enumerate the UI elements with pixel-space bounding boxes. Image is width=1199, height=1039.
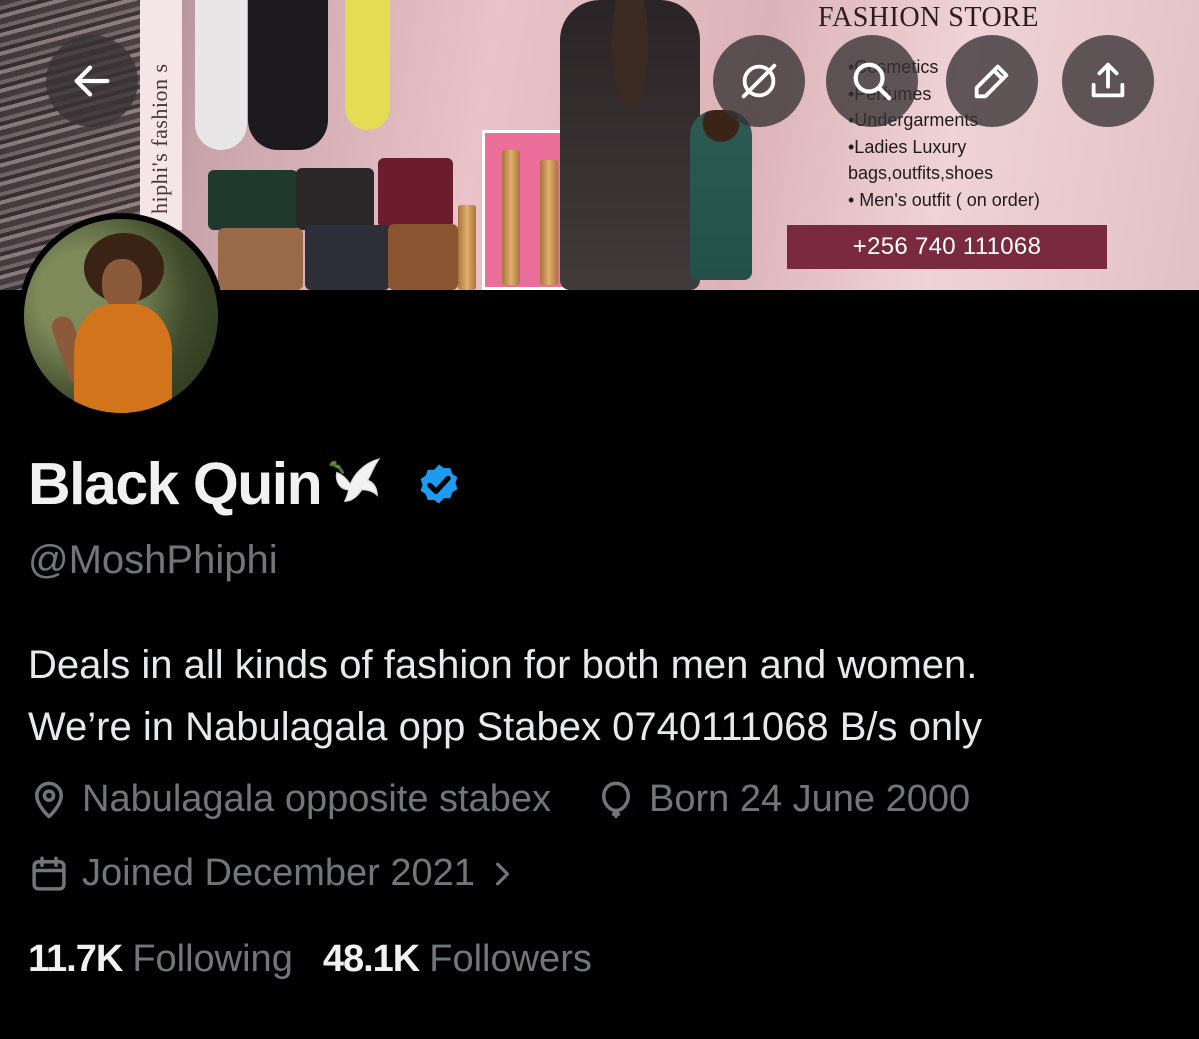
- back-button[interactable]: [46, 35, 138, 127]
- banner-model-sequin-dress: [560, 0, 700, 290]
- banner-handbag: [218, 228, 303, 290]
- bio-line: We’re in Nabulagala opp Stabex 074011106…: [28, 705, 983, 749]
- edit-pencil-icon: [974, 64, 1009, 99]
- display-name: Black Quin: [28, 451, 323, 517]
- banner-store-title: FASHION STORE: [818, 2, 1039, 33]
- profile-joined-row[interactable]: Joined December 2021: [28, 852, 527, 895]
- following-label: Following: [132, 938, 293, 980]
- translate-off-icon: [741, 63, 777, 99]
- verified-badge-icon[interactable]: [413, 458, 465, 510]
- banner-handbag: [305, 225, 390, 290]
- search-button[interactable]: [826, 35, 918, 127]
- banner-model-green-dress: [690, 110, 752, 280]
- following-link[interactable]: 11.7K Following: [28, 938, 293, 981]
- banner-store-item: bags,outfits,shoes: [848, 163, 994, 183]
- profile-bio: Deals in all kinds of fashion for both m…: [28, 634, 1178, 758]
- banner-jeans-black: [248, 0, 328, 150]
- edit-button[interactable]: [946, 35, 1038, 127]
- profile-avatar[interactable]: [18, 213, 224, 419]
- back-arrow-icon: [74, 65, 110, 97]
- location-pin-icon: [35, 781, 63, 818]
- share-upload-icon: [1091, 62, 1125, 98]
- banner-cosmetic-tube: [458, 205, 476, 290]
- search-icon: [853, 62, 892, 101]
- balloon-icon: [602, 781, 631, 818]
- profile-handle: @MoshPhiphi: [28, 538, 278, 582]
- follow-stats: 11.7K Following 48.1K Followers: [28, 938, 592, 981]
- followers-label: Followers: [429, 938, 592, 980]
- banner-jeans-yellow: [345, 0, 390, 130]
- banner-handbag: [388, 224, 458, 290]
- followers-count: 48.1K: [322, 938, 420, 980]
- profile-birthday: Born 24 June 2000: [649, 778, 971, 820]
- profile-birthday-item: Born 24 June 2000: [595, 778, 970, 821]
- translate-button[interactable]: [713, 35, 805, 127]
- chevron-right-icon: [495, 862, 509, 885]
- followers-link[interactable]: 48.1K Followers: [323, 938, 592, 981]
- calendar-icon: [32, 856, 66, 891]
- following-count: 11.7K: [28, 938, 123, 980]
- banner-store-item: • Men's outfit ( on order): [848, 189, 1040, 210]
- banner-store-item: •Ladies Luxury: [848, 136, 967, 157]
- profile-location: Nabulagala opposite stabex: [82, 778, 552, 820]
- profile-meta-row: Nabulagala opposite stabex Born 24 June …: [28, 778, 970, 821]
- banner-cosmetic-tube: [540, 160, 558, 285]
- bio-line: Deals in all kinds of fashion for both m…: [28, 643, 978, 687]
- avatar-image: [24, 219, 218, 413]
- share-button[interactable]: [1062, 35, 1154, 127]
- avatar-face: [102, 259, 142, 309]
- banner-cosmetic-tube: [502, 150, 520, 285]
- banner-jeans-white: [195, 0, 247, 150]
- name-row: Black Quin: [28, 450, 465, 518]
- profile-joined-date: Joined December 2021: [82, 852, 475, 894]
- banner-phone-number: +256 740 111068: [787, 225, 1107, 269]
- banner-side-text: hiphi's fashion s: [147, 63, 172, 214]
- avatar-dress: [74, 304, 172, 413]
- dove-icon: [329, 458, 381, 502]
